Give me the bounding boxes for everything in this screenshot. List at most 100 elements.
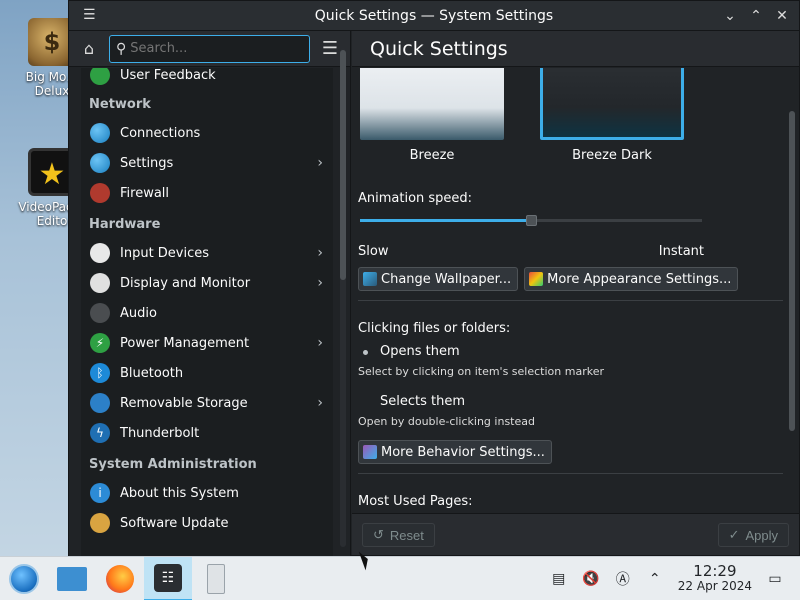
section-network: Network bbox=[89, 97, 151, 112]
reset-button[interactable]: ↺ Reset bbox=[362, 523, 435, 547]
divider bbox=[358, 300, 783, 301]
animation-speed-slider[interactable] bbox=[358, 214, 702, 228]
radio-opens-them[interactable]: Opens them bbox=[360, 344, 783, 359]
start-menu-button[interactable] bbox=[0, 557, 48, 600]
sidebar-item-label: Bluetooth bbox=[120, 365, 184, 381]
sidebar-item-connections[interactable]: Connections bbox=[81, 118, 333, 148]
chevron-up-icon[interactable]: ⌃ bbox=[745, 5, 767, 27]
clock[interactable]: 12:29 22 Apr 2024 bbox=[678, 564, 752, 594]
update-icon bbox=[90, 513, 110, 533]
keyboard-layout-icon[interactable]: Ⓐ bbox=[614, 569, 632, 589]
globe-icon bbox=[90, 153, 110, 173]
show-desktop-icon[interactable]: ▭ bbox=[766, 571, 784, 587]
theme-breeze[interactable]: Breeze bbox=[360, 68, 504, 163]
more-appearance-settings-button[interactable]: More Appearance Settings... bbox=[524, 267, 739, 291]
taskbar-system-settings[interactable]: ☷ bbox=[144, 556, 192, 600]
taskbar-file-manager[interactable] bbox=[48, 557, 96, 600]
most-used-pages-label: Most Used Pages: bbox=[358, 494, 473, 509]
sidebar-scrollbar[interactable] bbox=[337, 38, 349, 557]
sidebar-item-audio[interactable]: Audio bbox=[81, 298, 333, 328]
taskbar-firefox[interactable] bbox=[96, 557, 144, 600]
archive-icon bbox=[207, 563, 225, 594]
sidebar-item-label: Power Management bbox=[120, 335, 250, 351]
sidebar-item-firewall[interactable]: Firewall bbox=[81, 178, 333, 208]
button-label: Apply bbox=[745, 527, 778, 543]
section-system-administration: System Administration bbox=[89, 457, 257, 472]
opens-hint: Select by clicking on item's selection m… bbox=[358, 365, 604, 378]
chevron-down-icon[interactable]: ⌄ bbox=[719, 5, 741, 27]
content-scrollbar[interactable] bbox=[787, 71, 797, 543]
slider-handle[interactable] bbox=[526, 215, 537, 226]
clock-date: 22 Apr 2024 bbox=[677, 579, 752, 593]
clipboard-icon[interactable]: ▤ bbox=[550, 571, 568, 587]
system-settings-window: ☰ Quick Settings — System Settings ⌄ ⌃ ✕… bbox=[68, 0, 800, 557]
speed-max-label: Instant bbox=[658, 244, 704, 259]
reset-icon: ↺ bbox=[373, 527, 384, 542]
sidebar-item-software-update[interactable]: Software Update bbox=[81, 508, 333, 538]
scrollbar-thumb[interactable] bbox=[789, 111, 795, 431]
chevron-right-icon: › bbox=[317, 395, 323, 411]
sidebar-item-removable-storage[interactable]: Removable Storage › bbox=[81, 388, 333, 418]
sidebar-item-label: Display and Monitor bbox=[120, 275, 251, 291]
titlebar[interactable]: ☰ Quick Settings — System Settings ⌄ ⌃ ✕ bbox=[69, 1, 799, 31]
button-label: More Appearance Settings... bbox=[547, 271, 732, 287]
info-icon: i bbox=[90, 483, 110, 503]
appearance-icon bbox=[529, 272, 544, 286]
search-icon: ⚲ bbox=[116, 40, 127, 57]
footer-bar: ↺ Reset ✓ Apply bbox=[352, 513, 799, 555]
change-wallpaper-button[interactable]: Change Wallpaper... bbox=[358, 267, 519, 291]
apply-button[interactable]: ✓ Apply bbox=[717, 523, 789, 547]
close-icon[interactable]: ✕ bbox=[771, 5, 793, 27]
theme-label: Breeze Dark bbox=[572, 148, 652, 163]
firefox-icon bbox=[106, 564, 134, 593]
chevron-right-icon: › bbox=[317, 245, 323, 261]
taskbar-archive-manager[interactable] bbox=[192, 557, 240, 600]
chevron-right-icon: › bbox=[317, 155, 323, 171]
volume-muted-icon[interactable]: 🔇 bbox=[582, 571, 600, 587]
search-input[interactable] bbox=[130, 41, 309, 56]
chevron-right-icon: › bbox=[317, 335, 323, 351]
sidebar-item-user-feedback[interactable]: User Feedback bbox=[81, 68, 333, 88]
scrollbar-thumb[interactable] bbox=[340, 50, 346, 280]
sidebar-item-power-management[interactable]: ⚡ Power Management › bbox=[81, 328, 333, 358]
globe-icon bbox=[90, 123, 110, 143]
sidebar-item-label: Software Update bbox=[120, 515, 229, 531]
slider-fill bbox=[360, 219, 530, 222]
feedback-icon bbox=[90, 68, 110, 85]
sidebar-item-label: Thunderbolt bbox=[120, 425, 200, 441]
folder-icon bbox=[57, 566, 87, 591]
system-tray: ▤ 🔇 Ⓐ ⌃ 12:29 22 Apr 2024 ▭ bbox=[550, 557, 800, 600]
sidebar-item-label: Firewall bbox=[120, 185, 170, 201]
sidebar-item-input-devices[interactable]: Input Devices › bbox=[81, 238, 333, 268]
sidebar-item-about-this-system[interactable]: i About this System bbox=[81, 478, 333, 508]
home-icon[interactable]: ⌂ bbox=[77, 37, 101, 61]
start-orb-icon bbox=[9, 563, 39, 594]
window-title: Quick Settings — System Settings bbox=[314, 7, 554, 24]
page-title: Quick Settings bbox=[352, 31, 799, 67]
firewall-icon bbox=[90, 183, 110, 203]
radio-button-checked[interactable] bbox=[360, 347, 370, 357]
speed-min-label: Slow bbox=[358, 244, 389, 259]
thunderbolt-icon: ϟ bbox=[90, 423, 110, 443]
button-label: More Behavior Settings... bbox=[381, 444, 545, 460]
chevron-up-icon[interactable]: ⌃ bbox=[646, 571, 664, 587]
theme-preview-breeze bbox=[360, 68, 504, 140]
chevron-right-icon: › bbox=[317, 275, 323, 291]
behavior-icon bbox=[363, 445, 377, 459]
sidebar-item-thunderbolt[interactable]: ϟ Thunderbolt bbox=[81, 418, 333, 448]
search-box[interactable]: ⚲ bbox=[109, 34, 310, 63]
radio-button-unchecked[interactable] bbox=[360, 397, 370, 407]
divider bbox=[358, 473, 783, 474]
audio-icon bbox=[90, 303, 110, 323]
sidebar-item-settings[interactable]: Settings › bbox=[81, 148, 333, 178]
sidebar-item-label: Removable Storage bbox=[120, 395, 248, 411]
theme-breeze-dark[interactable]: Breeze Dark bbox=[540, 68, 684, 163]
mouse-icon bbox=[90, 243, 110, 263]
radio-selects-them[interactable]: Selects them bbox=[360, 394, 783, 409]
more-behavior-settings-button[interactable]: More Behavior Settings... bbox=[358, 440, 552, 464]
sidebar-item-label: About this System bbox=[120, 485, 239, 501]
sidebar-item-display-and-monitor[interactable]: Display and Monitor › bbox=[81, 268, 333, 298]
clicking-label: Clicking files or folders: bbox=[358, 321, 511, 336]
radio-label: Opens them bbox=[380, 344, 460, 359]
sidebar-item-bluetooth[interactable]: ᛒ Bluetooth bbox=[81, 358, 333, 388]
